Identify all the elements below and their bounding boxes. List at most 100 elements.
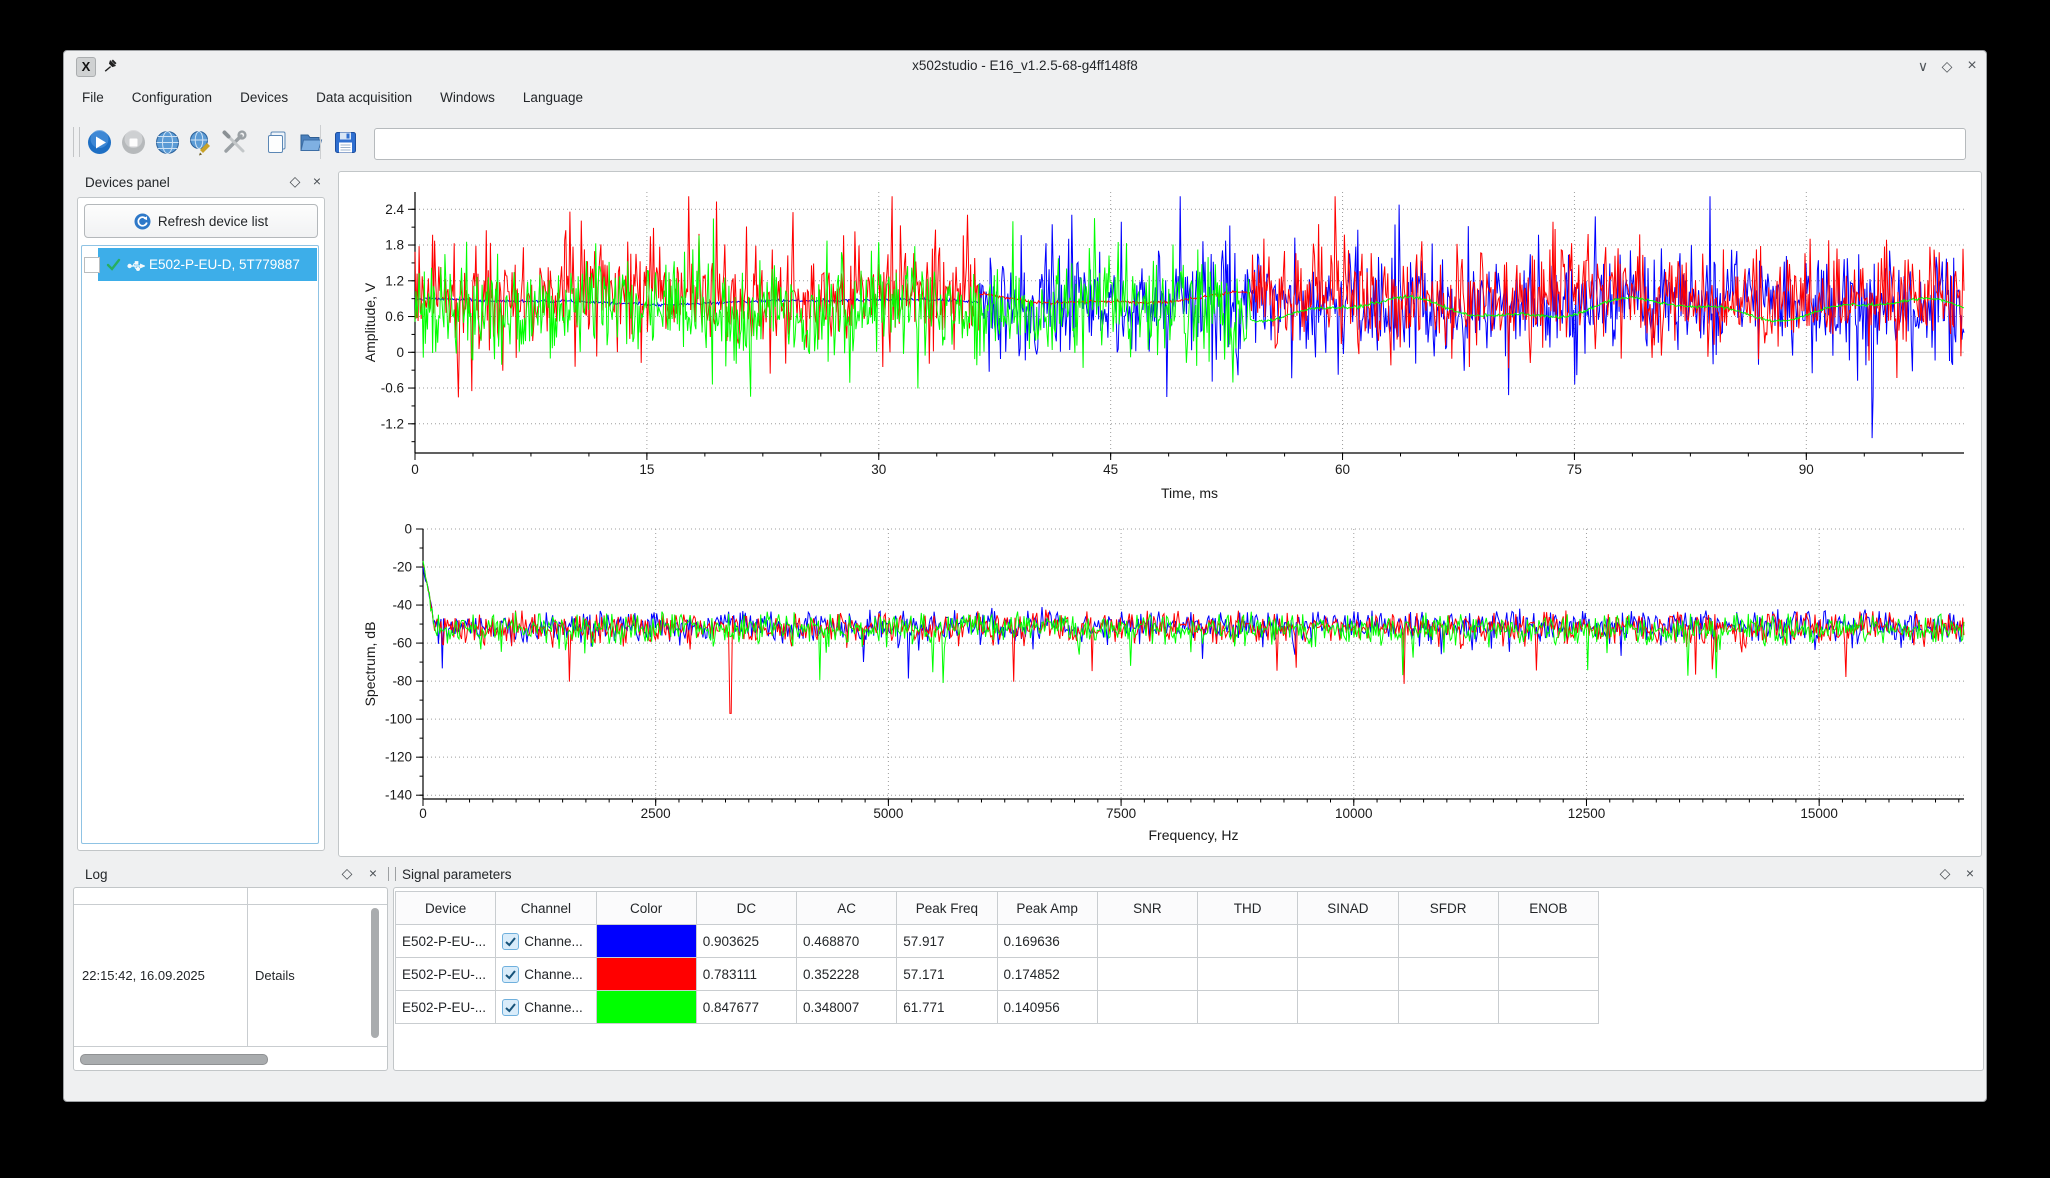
col-peak-freq[interactable]: Peak Freq [897,892,997,925]
col-sfdr[interactable]: SFDR [1398,892,1498,925]
cell-snr [1097,991,1197,1024]
menu-configuration[interactable]: Configuration [129,87,215,108]
cell-channel: Channe... [496,991,596,1024]
signal-table-row[interactable]: E502-P-EU-...Channe...0.9036250.46887057… [396,925,1599,958]
start-acquisition-icon[interactable] [86,129,113,156]
log-panel-float-icon[interactable]: ◇ [338,863,356,883]
svg-text:1.2: 1.2 [385,273,404,288]
title-bar[interactable]: X x502studio - E16_v1.2.5-68-g4ff148f8 ∨… [64,51,1986,81]
col-peak-amp[interactable]: Peak Amp [997,892,1097,925]
col-color[interactable]: Color [596,892,696,925]
log-panel-title: Log [85,867,108,882]
signal-panel-float-icon[interactable]: ◇ [1936,863,1954,883]
toolbar-drag-handle[interactable] [73,127,80,157]
toolbar [64,113,1986,171]
panel-splitter-handle[interactable] [388,867,396,881]
menu-language[interactable]: Language [520,87,586,108]
menu-data-acquisition[interactable]: Data acquisition [313,87,415,108]
tree-expander[interactable] [84,257,100,273]
cell-enob [1498,958,1598,991]
channel-checkbox[interactable] [502,999,519,1016]
maximize-button[interactable]: ◇ [1935,51,1959,81]
svg-text:Spectrum, dB: Spectrum, dB [362,622,378,707]
svg-text:-80: -80 [392,674,412,689]
devices-panel-title: Devices panel [85,175,170,190]
cell-channel: Channe... [496,925,596,958]
cell-sinad [1298,991,1398,1024]
col-enob[interactable]: ENOB [1498,892,1598,925]
log-row[interactable]: 22:15:42, 16.09.2025Details [74,905,387,1046]
cell-color[interactable] [596,925,696,958]
menu-windows[interactable]: Windows [437,87,498,108]
minimize-button[interactable]: ∨ [1911,51,1935,81]
log-table: 22:15:42, 16.09.2025Details [73,887,388,1071]
cell-peak-freq: 57.171 [897,958,997,991]
menu-file[interactable]: File [79,87,107,108]
col-dc[interactable]: DC [696,892,796,925]
cell-peak-amp: 0.140956 [997,991,1097,1024]
devices-panel-close-icon[interactable]: × [308,171,326,191]
device-tree-row[interactable]: E502-P-EU-D, 5T779887 [82,248,318,281]
cell-enob [1498,991,1598,1024]
cell-sinad [1298,958,1398,991]
stop-acquisition-icon[interactable] [120,129,147,156]
svg-text:0: 0 [404,522,412,537]
copy-data-icon[interactable] [264,129,291,156]
cell-peak-freq: 61.771 [897,991,997,1024]
col-snr[interactable]: SNR [1097,892,1197,925]
devices-panel-float-icon[interactable]: ◇ [286,171,304,191]
refresh-device-list-button[interactable]: Refresh device list [84,204,318,238]
cell-ac: 0.352228 [797,958,897,991]
cell-sinad [1298,925,1398,958]
cell-peak-amp: 0.174852 [997,958,1097,991]
col-channel[interactable]: Channel [496,892,596,925]
svg-text:30: 30 [871,462,886,477]
device-tree[interactable]: E502-P-EU-D, 5T779887 [81,245,319,844]
signal-table-row[interactable]: E502-P-EU-...Channe...0.8476770.34800761… [396,991,1599,1024]
cell-color[interactable] [596,991,696,1024]
col-ac[interactable]: AC [797,892,897,925]
col-device[interactable]: Device [396,892,496,925]
svg-text:0: 0 [419,806,427,821]
refresh-label: Refresh device list [158,214,268,229]
svg-text:-100: -100 [385,712,412,727]
refresh-icon [134,213,151,230]
network-settings-icon[interactable] [187,129,214,156]
log-vertical-scrollbar[interactable] [370,906,380,1044]
series-channel-2 [423,566,1964,714]
cell-ac: 0.468870 [797,925,897,958]
signal-table-row[interactable]: E502-P-EU-...Channe...0.7831110.35222857… [396,958,1599,991]
channel-checkbox[interactable] [502,966,519,983]
log-panel: Log ◇ × 22:15:42, 16.09.2025Details [64,857,390,1077]
cell-color[interactable] [596,958,696,991]
signal-parameters-panel: Signal parameters ◇ × DeviceChannelColor… [390,857,1986,1077]
cell-device: E502-P-EU-... [396,925,496,958]
toolbar-input[interactable] [374,128,1966,160]
svg-text:45: 45 [1103,462,1118,477]
signal-panel-title: Signal parameters [402,867,512,882]
log-details[interactable]: Details [255,905,365,1046]
charts-panel: 0153045607590-1.2-0.600.61.21.82.4Time, … [338,171,1982,857]
cell-snr [1097,958,1197,991]
cell-thd [1198,991,1298,1024]
signal-panel-close-icon[interactable]: × [1961,863,1979,883]
cell-enob [1498,925,1598,958]
col-sinad[interactable]: SINAD [1298,892,1398,925]
cell-dc: 0.783111 [696,958,796,991]
log-horizontal-scrollbar[interactable] [76,1053,384,1065]
signal-table: DeviceChannelColorDCACPeak FreqPeak AmpS… [395,891,1599,1024]
svg-text:2500: 2500 [641,806,671,821]
menu-devices[interactable]: Devices [237,87,291,108]
channel-checkbox[interactable] [502,933,519,950]
charts-canvas[interactable]: 0153045607590-1.2-0.600.61.21.82.4Time, … [339,172,1981,856]
col-thd[interactable]: THD [1198,892,1298,925]
svg-text:-120: -120 [385,750,412,765]
desktop: X x502studio - E16_v1.2.5-68-g4ff148f8 ∨… [0,0,2050,1178]
save-file-icon[interactable] [332,129,359,156]
log-table-header [74,888,387,905]
signal-table-header-row: DeviceChannelColorDCACPeak FreqPeak AmpS… [396,892,1599,925]
tools-icon[interactable] [221,129,248,156]
close-button[interactable]: × [1960,51,1984,81]
log-panel-close-icon[interactable]: × [364,863,382,883]
network-icon[interactable] [154,129,181,156]
